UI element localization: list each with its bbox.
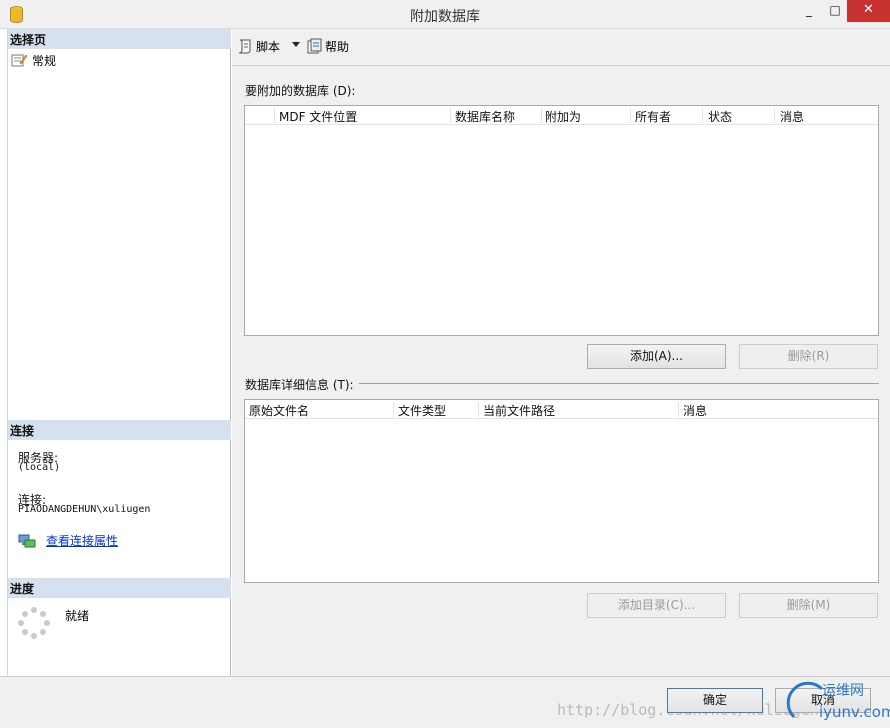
- site-logo-icon: 运维网 iyunv.com: [786, 681, 890, 721]
- right-pane: 脚本 帮助 要附加的数据库 (D): MDF 文件位置 数据库名称 附加为 所有…: [232, 29, 890, 676]
- svg-text:iyunv.com: iyunv.com: [819, 703, 890, 721]
- help-label: 帮助: [325, 39, 350, 54]
- remove-detail-button[interactable]: 删除(M): [739, 593, 878, 618]
- connection-properties-icon: [18, 534, 36, 547]
- minimize-button[interactable]: _: [795, 0, 823, 22]
- attach-section-label: 要附加的数据库 (D):: [245, 84, 356, 98]
- column-header[interactable]: 消息: [683, 402, 707, 419]
- help-icon: [307, 38, 322, 54]
- database-details-grid[interactable]: 原始文件名 文件类型 当前文件路径 消息: [244, 399, 879, 583]
- server-value: (local): [18, 462, 61, 473]
- column-header[interactable]: 当前文件路径: [483, 402, 555, 419]
- progress-status: 就绪: [65, 609, 90, 623]
- connection-value: PIAODANGDEHUN\xuliugen: [18, 504, 151, 515]
- connection-header: 连接: [8, 420, 231, 440]
- view-connection-link[interactable]: 查看连接属性: [46, 532, 118, 549]
- column-header[interactable]: 所有者: [635, 108, 671, 125]
- script-icon: [238, 39, 251, 54]
- column-header[interactable]: 消息: [780, 108, 804, 125]
- column-header[interactable]: 原始文件名: [249, 402, 309, 419]
- attach-grid-header: MDF 文件位置 数据库名称 附加为 所有者 状态 消息: [245, 106, 878, 125]
- window-title: 附加数据库: [410, 9, 480, 25]
- svg-text:运维网: 运维网: [822, 683, 864, 699]
- column-header[interactable]: 附加为: [545, 108, 581, 125]
- view-connection-properties[interactable]: 查看连接属性: [18, 532, 118, 549]
- column-header[interactable]: 数据库名称: [455, 108, 515, 125]
- help-button[interactable]: 帮助: [306, 37, 349, 55]
- nav-item-general[interactable]: 常规: [11, 52, 56, 68]
- column-header[interactable]: 文件类型: [398, 402, 446, 419]
- remove-database-button[interactable]: 删除(R): [739, 344, 878, 369]
- ok-button[interactable]: 确定: [667, 688, 763, 713]
- add-catalog-button[interactable]: 添加目录(C)...: [587, 593, 726, 618]
- attach-databases-grid[interactable]: MDF 文件位置 数据库名称 附加为 所有者 状态 消息: [244, 105, 879, 336]
- details-section-label: 数据库详细信息 (T):: [245, 378, 354, 392]
- column-header[interactable]: MDF 文件位置: [279, 108, 357, 125]
- column-header[interactable]: 状态: [708, 108, 732, 125]
- nav-item-label: 常规: [32, 53, 57, 68]
- details-grid-header: 原始文件名 文件类型 当前文件路径 消息: [245, 400, 878, 419]
- select-page-header: 选择页: [8, 29, 231, 49]
- title-bar: 附加数据库 _ □ ✕: [0, 0, 890, 29]
- script-dropdown-chevron-icon[interactable]: [292, 42, 300, 47]
- page-properties-icon: [11, 54, 27, 67]
- section-divider: [359, 383, 879, 384]
- script-label: 脚本: [256, 39, 281, 54]
- toolbar: 脚本 帮助: [232, 29, 890, 66]
- maximize-button[interactable]: □: [823, 0, 847, 22]
- close-button[interactable]: ✕: [847, 0, 890, 22]
- add-database-button[interactable]: 添加(A)...: [587, 344, 726, 369]
- left-pane: 选择页 常规 连接 服务器: (local) 连接: PIAODANGDEHUN…: [7, 29, 231, 676]
- progress-spinner-icon: [18, 607, 50, 639]
- dialog-footer: http://blog.csdn.net/xuliugen 确定 取消 运维网 …: [0, 676, 890, 728]
- progress-header: 进度: [8, 578, 231, 598]
- script-button[interactable]: 脚本: [237, 37, 280, 55]
